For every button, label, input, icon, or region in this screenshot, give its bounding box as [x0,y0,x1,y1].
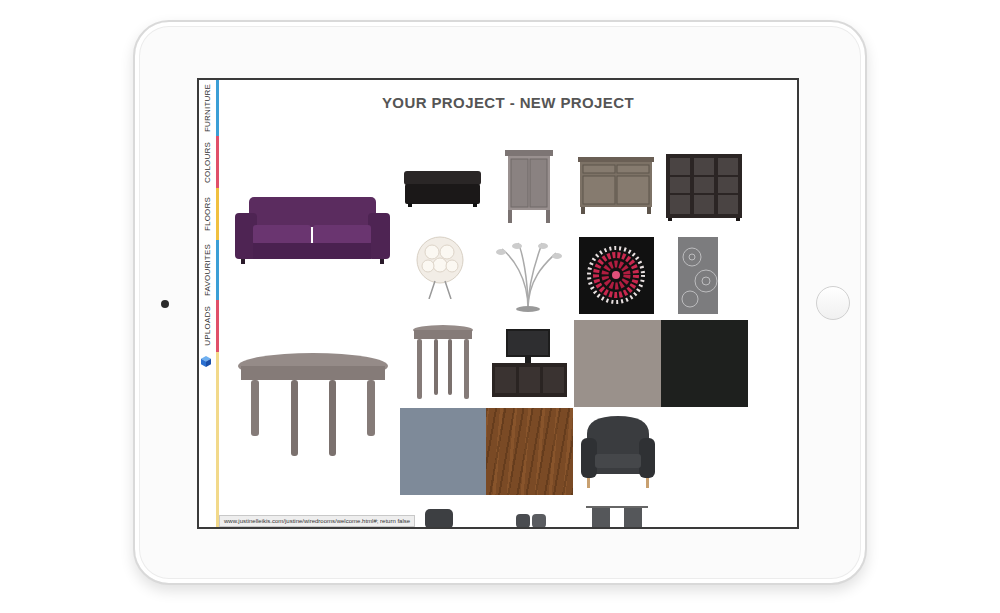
page: FURNITURE COLOURS FLOORS FAVOURITES UPLOADS Y… [0,0,1000,613]
sidebar: FURNITURE COLOURS FLOORS FAVOURITES UPLOADS [199,80,219,527]
colour-swatch[interactable] [661,320,748,407]
cushion-picture[interactable] [514,510,548,527]
sidebar-label: UPLOADS [203,306,212,346]
armchair-picture[interactable] [579,414,657,489]
sidebar-item[interactable]: FLOORS [199,188,219,240]
sidebar-label: FLOORS [203,197,212,231]
sidebar-label: COLOURS [203,142,212,183]
curtains-picture[interactable] [586,505,648,527]
patterned-rug-picture[interactable] [579,237,654,314]
project-title: YOUR PROJECT - NEW PROJECT [219,94,797,111]
grey-rug-picture[interactable] [678,237,718,314]
screen: FURNITURE COLOURS FLOORS FAVOURITES UPLOADS Y… [197,78,799,529]
sidebar-item[interactable]: FAVOURITES [199,240,219,300]
colour-swatch[interactable] [400,408,487,495]
sidebar-item[interactable]: FURNITURE [199,80,219,136]
sidebar-item[interactable]: COLOURS [199,136,219,188]
tv-bench-picture[interactable] [492,327,567,399]
status-bar: www.justinelleikis.com/justine/wiredroom… [219,515,415,527]
armoire-picture[interactable] [505,150,553,223]
sidebar-item[interactable]: UPLOADS [199,300,219,352]
colour-swatch[interactable] [486,408,573,495]
cube-slot [199,352,219,371]
side-table-picture[interactable] [412,324,474,400]
project-canvas: YOUR PROJECT - NEW PROJECT www.justinelle… [219,80,797,527]
colour-swatch[interactable] [574,320,661,407]
cushion-picture[interactable] [423,507,455,527]
sidebar-fill [199,371,219,527]
sidebar-label: FAVOURITES [203,244,212,296]
sideboard-picture[interactable] [578,157,654,214]
lamp-picture[interactable] [415,235,465,299]
coffee-table-picture[interactable] [237,352,389,460]
sidebar-label: FURNITURE [203,84,212,132]
floor-lamp-picture[interactable] [492,237,565,312]
tablet-frame: FURNITURE COLOURS FLOORS FAVOURITES UPLOADS Y… [133,20,867,585]
ottoman-picture[interactable] [404,169,481,207]
sofa-picture[interactable] [235,195,390,264]
cabinet-picture[interactable] [666,154,742,221]
cube-icon[interactable] [201,356,211,367]
home-button[interactable] [816,286,850,320]
camera-icon [161,300,169,308]
